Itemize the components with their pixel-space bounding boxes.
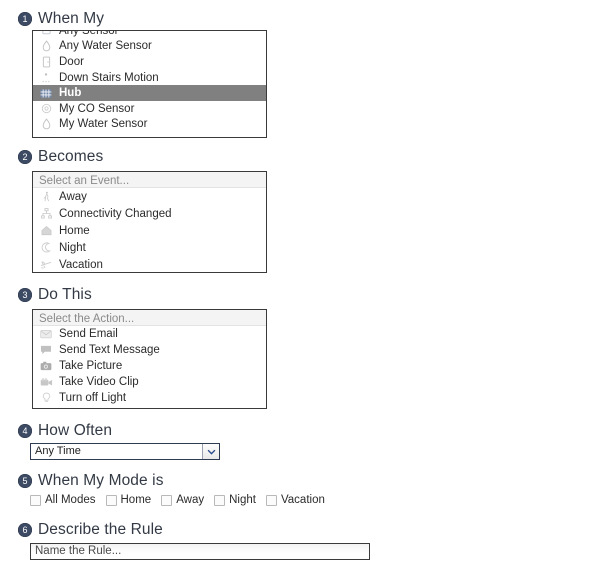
- list-item-label: Any Water Sensor: [59, 40, 152, 53]
- list-item[interactable]: Away: [33, 188, 266, 205]
- list-item-label: Take Picture: [59, 360, 123, 372]
- checkbox-all-modes[interactable]: All Modes: [30, 494, 96, 506]
- water-drop-icon: [37, 118, 55, 131]
- checkbox-box-icon[interactable]: [30, 494, 41, 506]
- list-item[interactable]: Turn on Light: [33, 406, 266, 409]
- step-badge-4: 4: [18, 424, 32, 438]
- checkbox-home[interactable]: Home: [105, 494, 152, 506]
- walking-person-icon: [37, 190, 55, 203]
- checkbox-label: All Modes: [45, 494, 96, 506]
- section-header-how-often: 4 How Often: [0, 418, 112, 444]
- event-list-placeholder: Select an Event...: [33, 172, 266, 188]
- section-title-when-my-mode-is: When My Mode is: [38, 472, 164, 489]
- motion-icon: [37, 71, 55, 84]
- list-item[interactable]: Door: [33, 54, 266, 70]
- list-item-label: Hub: [59, 87, 82, 100]
- section-header-becomes: 2 Becomes: [0, 144, 103, 170]
- rule-name-input[interactable]: Name the Rule...: [30, 543, 370, 560]
- airplane-icon: [37, 258, 55, 271]
- list-item[interactable]: Any Sensor: [33, 30, 266, 39]
- list-item-label: Turn on Light: [55, 408, 126, 409]
- section-title-do-this: Do This: [38, 286, 92, 303]
- action-listbox[interactable]: Select the Action... Send Email Send Tex…: [32, 309, 267, 409]
- event-listbox[interactable]: Select an Event... Away Connectivity Cha…: [32, 171, 267, 273]
- section-title-becomes: Becomes: [38, 148, 104, 165]
- frequency-select-value: Any Time: [35, 445, 81, 457]
- list-item-label: My CO Sensor: [59, 102, 135, 115]
- list-item-label: My Water Sensor: [59, 118, 148, 131]
- list-item-label: Door: [59, 55, 84, 68]
- list-item[interactable]: My CO Sensor: [33, 101, 266, 117]
- list-item-label: Down Stairs Motion: [59, 71, 159, 84]
- list-item-label: Vacation: [59, 258, 103, 271]
- section-title-how-often: How Often: [38, 422, 113, 439]
- moon-icon: [37, 241, 55, 254]
- list-item-label: Away: [59, 190, 87, 203]
- checkbox-label: Away: [176, 494, 205, 506]
- section-header-do-this: 3 Do This: [0, 282, 92, 308]
- checkbox-label: Night: [229, 494, 256, 506]
- list-item[interactable]: Send Text Message: [33, 342, 266, 358]
- list-item-label: Any Sensor: [59, 30, 119, 37]
- checkbox-box-icon[interactable]: [161, 494, 173, 506]
- network-tree-icon: [37, 207, 55, 220]
- list-item-label: Take Video Clip: [59, 376, 139, 388]
- section-header-describe-the-rule: 6 Describe the Rule: [0, 517, 163, 543]
- list-item-label: Connectivity Changed: [59, 207, 172, 220]
- checkbox-box-icon[interactable]: [214, 494, 226, 506]
- list-item[interactable]: Send Email: [33, 326, 266, 342]
- list-item-label: Send Email: [59, 328, 118, 340]
- list-item-label: Turn off Light: [59, 392, 127, 404]
- checkbox-label: Vacation: [280, 494, 325, 506]
- step-badge-2: 2: [18, 150, 32, 164]
- list-item[interactable]: Take Video Clip: [33, 374, 266, 390]
- device-listbox[interactable]: Any Sensor Any Water Sensor Door Down St…: [32, 30, 267, 138]
- email-icon: [37, 328, 55, 341]
- sensor-icon: [37, 31, 55, 37]
- list-item[interactable]: Down Stairs Motion: [33, 70, 266, 86]
- rule-builder-form: 1 When My Any Sensor Any Water Sensor Do…: [0, 0, 606, 564]
- list-item[interactable]: Connectivity Changed: [33, 205, 266, 222]
- lightbulb-icon: [37, 392, 55, 405]
- section-header-when-my: 1 When My: [0, 6, 104, 32]
- list-item[interactable]: Take Picture: [33, 358, 266, 374]
- step-badge-6: 6: [18, 523, 32, 537]
- action-list-placeholder: Select the Action...: [33, 310, 266, 326]
- checkbox-night[interactable]: Night: [214, 494, 256, 506]
- checkbox-vacation[interactable]: Vacation: [265, 494, 325, 506]
- step-badge-1: 1: [18, 12, 32, 26]
- speech-bubble-icon: [37, 344, 55, 357]
- chevron-down-icon[interactable]: [202, 444, 219, 459]
- checkbox-box-icon[interactable]: [105, 494, 117, 506]
- hub-grid-icon: [37, 87, 55, 100]
- co-sensor-icon: [37, 102, 55, 115]
- section-title-describe-the-rule: Describe the Rule: [38, 521, 163, 538]
- step-badge-3: 3: [18, 288, 32, 302]
- list-item[interactable]: Home: [33, 222, 266, 239]
- mode-checkbox-group: All Modes Home Away Night Vacation: [30, 494, 330, 506]
- lightbulb-icon: [37, 408, 55, 409]
- door-icon: [37, 55, 55, 68]
- list-item-label: Night: [59, 241, 86, 254]
- list-item-label: Home: [59, 224, 90, 237]
- step-badge-5: 5: [18, 474, 32, 488]
- house-icon: [37, 224, 55, 237]
- section-header-when-my-mode-is: 5 When My Mode is: [0, 468, 164, 494]
- water-drop-icon: [37, 40, 55, 53]
- checkbox-away[interactable]: Away: [161, 494, 204, 506]
- camera-icon: [37, 360, 55, 373]
- list-item[interactable]: Vacation: [33, 256, 266, 272]
- list-item-label: Send Text Message: [59, 344, 160, 356]
- checkbox-box-icon[interactable]: [265, 494, 277, 506]
- video-camera-icon: [37, 376, 55, 389]
- checkbox-label: Home: [120, 494, 152, 506]
- list-item-selected[interactable]: Hub: [33, 85, 266, 101]
- list-item[interactable]: My Water Sensor: [33, 117, 266, 133]
- list-item[interactable]: Turn off Light: [33, 390, 266, 406]
- section-title-when-my: When My: [38, 10, 105, 27]
- list-item[interactable]: Any Water Sensor: [33, 39, 266, 55]
- list-item[interactable]: Night: [33, 239, 266, 256]
- frequency-select[interactable]: Any Time: [30, 443, 220, 460]
